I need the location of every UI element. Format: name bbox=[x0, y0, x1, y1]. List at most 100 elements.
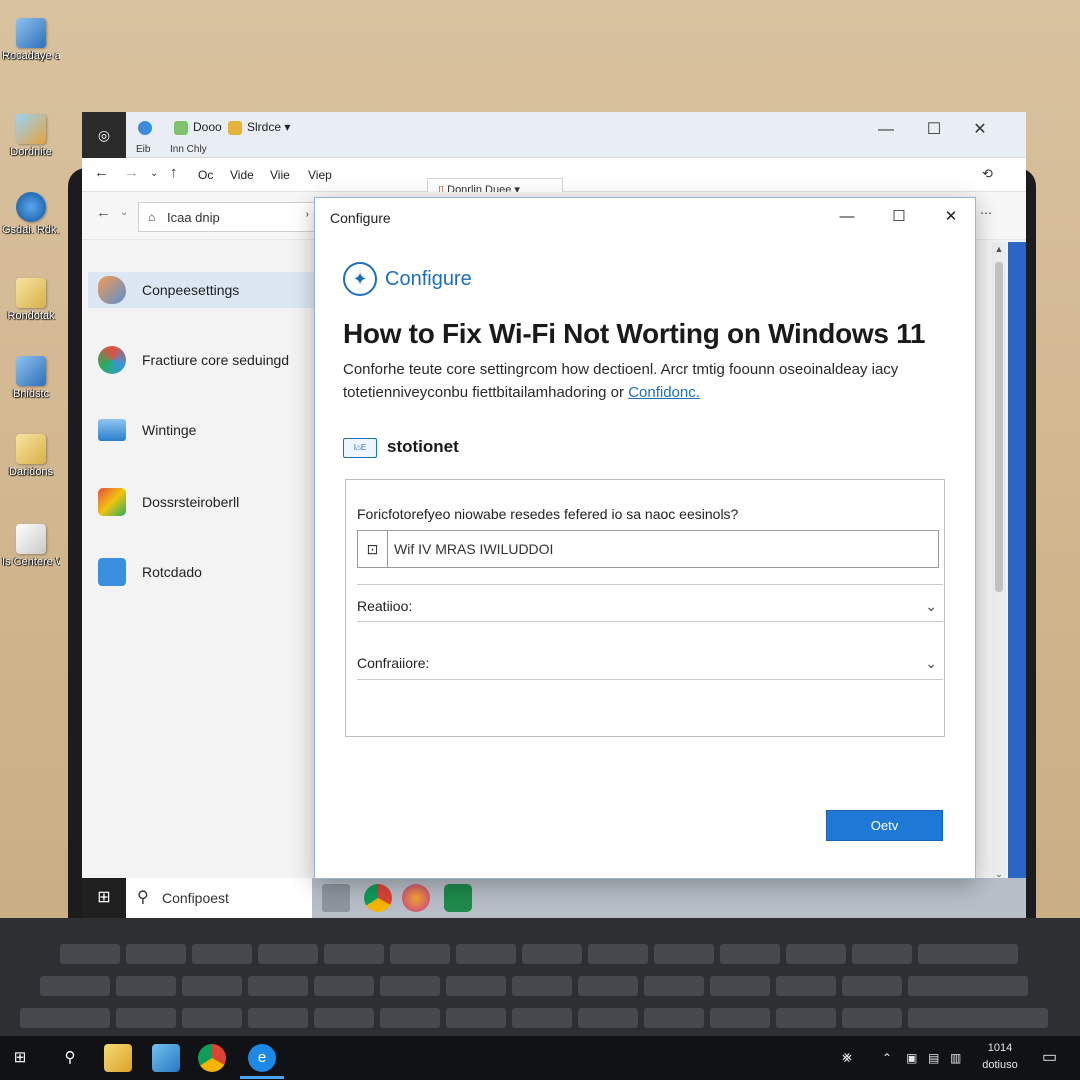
key bbox=[512, 976, 572, 996]
desktop-icon-label: Is Centere Windos bbox=[2, 556, 60, 568]
desktop-icon-folder[interactable]: Rondotak bbox=[2, 278, 60, 322]
key bbox=[588, 944, 648, 964]
folder-yellow-icon bbox=[228, 120, 242, 135]
key bbox=[654, 944, 714, 964]
key bbox=[710, 1008, 770, 1028]
key bbox=[116, 1008, 176, 1028]
sidebar-item-label: Conpeesettings bbox=[142, 282, 240, 298]
key bbox=[380, 976, 440, 996]
search-icon[interactable]: ⚲ bbox=[56, 1044, 84, 1072]
key bbox=[20, 1008, 110, 1028]
close-button[interactable]: ✕ bbox=[960, 118, 1000, 142]
option-select-2[interactable]: Confraiiore: ⌄ bbox=[357, 642, 943, 680]
key bbox=[852, 944, 912, 964]
up-icon[interactable]: ↑ bbox=[170, 164, 178, 181]
store-icon[interactable] bbox=[152, 1044, 180, 1072]
section-label: stotionet bbox=[387, 437, 459, 456]
sidebar-item-settings[interactable]: Conpeesettings bbox=[88, 272, 314, 308]
option-select-1[interactable]: Reatiioo: ⌄ bbox=[357, 584, 943, 622]
monitor-icon bbox=[16, 356, 46, 386]
sidebar-item-core[interactable]: Fractiure core seduingd bbox=[88, 342, 314, 378]
photos-icon bbox=[98, 488, 126, 516]
sidebar-item-windows[interactable]: Wintinge bbox=[88, 412, 314, 448]
key bbox=[908, 1008, 1048, 1028]
maximize-button[interactable]: ☐ bbox=[914, 118, 954, 142]
chevron-up-icon[interactable]: ⌃ bbox=[882, 1036, 892, 1080]
desktop-icon-app[interactable]: Gsdai. Rdk. B bbox=[2, 192, 60, 236]
instagram-icon[interactable] bbox=[402, 884, 430, 912]
taskbar-clock[interactable]: 1014 dotiuso bbox=[970, 1040, 1030, 1074]
key bbox=[314, 1008, 374, 1028]
desktop-icon-file[interactable]: Is Centere Windos bbox=[2, 524, 60, 568]
key bbox=[710, 976, 770, 996]
file-explorer-icon[interactable] bbox=[104, 1044, 132, 1072]
key bbox=[116, 976, 176, 996]
address-text: Icaa dnip bbox=[167, 210, 220, 225]
chrome-icon[interactable] bbox=[198, 1044, 226, 1072]
back-icon[interactable]: ← bbox=[94, 164, 109, 181]
menu-item[interactable]: Viie bbox=[270, 168, 290, 182]
qa-item-1[interactable]: Slrdce ▾ bbox=[228, 120, 290, 135]
key bbox=[512, 1008, 572, 1028]
network-name-input[interactable] bbox=[394, 531, 934, 567]
desktop-icon-network[interactable]: Dordnite bbox=[2, 114, 60, 158]
network-tray-icon[interactable]: ▣ bbox=[906, 1036, 917, 1080]
key bbox=[842, 1008, 902, 1028]
menu-item[interactable]: Vide bbox=[230, 168, 254, 182]
desktop-icon-label: Bnidstc bbox=[12, 388, 50, 400]
brand-name: Configure bbox=[385, 268, 472, 290]
desktop-icon-label: Rocadaye ahkdec bbox=[2, 50, 60, 62]
minimize-button[interactable]: — bbox=[866, 118, 906, 142]
settings-form: Foricfotorefyeo niowabe resedes fefered … bbox=[345, 479, 945, 737]
chevron-down-icon: ⌄ bbox=[925, 598, 937, 614]
desktop-icon-label: Gsdai. Rdk. B bbox=[2, 224, 60, 236]
key bbox=[446, 1008, 506, 1028]
chevron-down-icon[interactable]: ⌄ bbox=[120, 207, 128, 218]
menu-item[interactable]: Oc bbox=[198, 168, 213, 182]
menu-item[interactable]: Viep bbox=[308, 168, 332, 182]
desktop-icon-computer[interactable]: Rocadaye ahkdec bbox=[2, 18, 60, 62]
compass-icon: ✦ bbox=[343, 262, 377, 296]
desktop-icon-monitor[interactable]: Bnidstc bbox=[2, 356, 60, 400]
app-green-icon[interactable] bbox=[444, 884, 472, 912]
active-app-indicator bbox=[240, 1076, 284, 1079]
taskbar-search[interactable]: ⚲ Confipoest bbox=[126, 878, 312, 918]
sidebar-item-rotcdado[interactable]: Rotcdado bbox=[88, 554, 314, 590]
windows-logo-icon[interactable]: ⊞ bbox=[82, 878, 126, 918]
description-text: Conforhe teute core settingrcom how dect… bbox=[343, 361, 899, 401]
chrome-icon[interactable] bbox=[364, 884, 392, 912]
ok-button[interactable]: Oetv bbox=[826, 810, 943, 841]
battery-tray-icon[interactable]: ▥ bbox=[950, 1036, 961, 1080]
notification-icon[interactable]: ▭ bbox=[1042, 1036, 1057, 1080]
desktop-icon-document[interactable]: Daridons bbox=[2, 434, 60, 478]
windows-logo-icon[interactable]: ⊞ bbox=[6, 1044, 34, 1072]
qa-refresh[interactable] bbox=[138, 120, 157, 135]
scrollbar-thumb[interactable] bbox=[995, 262, 1003, 592]
back-icon[interactable]: ← bbox=[96, 204, 111, 221]
dialog-close-button[interactable]: ✕ bbox=[933, 204, 969, 230]
qa-item-0[interactable]: Dooo bbox=[174, 120, 222, 135]
options-icon[interactable]: ⋯ bbox=[980, 206, 992, 220]
vertical-scrollbar[interactable]: ▲ ⌄ bbox=[992, 242, 1006, 882]
qa-sub-label: Inn Chly bbox=[170, 144, 207, 155]
dialog-description: Conforhe teute core settingrcom how dect… bbox=[343, 358, 953, 404]
forward-icon[interactable]: → bbox=[124, 164, 139, 181]
desktop-icon-label: Rondotak bbox=[7, 310, 55, 322]
description-link[interactable]: Confidonc. bbox=[628, 384, 700, 401]
edge-icon[interactable]: e bbox=[248, 1044, 276, 1072]
volume-tray-icon[interactable]: ▤ bbox=[928, 1036, 939, 1080]
key bbox=[644, 976, 704, 996]
lock-icon: ⊡ bbox=[358, 531, 388, 567]
app-menu-icon[interactable]: ◎ bbox=[82, 112, 126, 158]
scroll-up-icon[interactable]: ▲ bbox=[992, 244, 1006, 254]
dialog-heading: How to Fix Wi-Fi Not Worting on Windows … bbox=[343, 318, 926, 349]
explorer-titlebar: ◎ Eib Dooo Inn Chly Slrdce ▾ — ☐ ✕ bbox=[82, 112, 1026, 158]
dialog-maximize-button[interactable]: ☐ bbox=[881, 204, 917, 230]
task-view-icon[interactable] bbox=[322, 884, 350, 912]
dialog-minimize-button[interactable]: — bbox=[829, 204, 865, 230]
help-icon[interactable]: ⟲ bbox=[982, 166, 993, 182]
address-field[interactable]: ⌂ Icaa dnip › bbox=[138, 202, 316, 232]
key bbox=[908, 976, 1028, 996]
sidebar-item-dossier[interactable]: Dossrsteiroberll bbox=[88, 484, 314, 520]
chevron-down-icon[interactable]: ⌄ bbox=[150, 168, 158, 179]
